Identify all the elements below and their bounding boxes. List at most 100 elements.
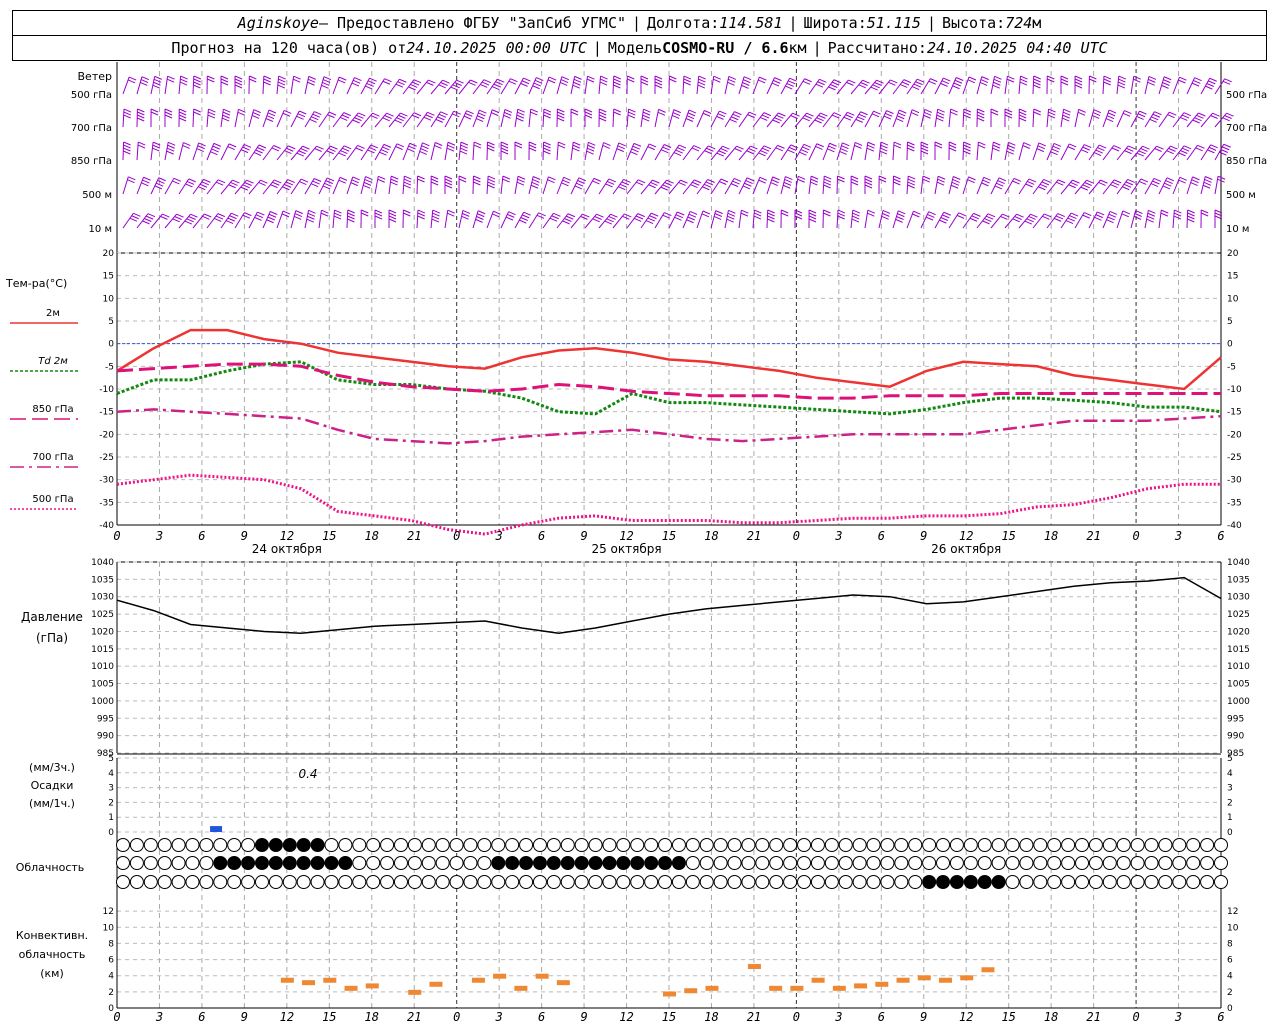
wind-barb-shaft (976, 76, 983, 95)
wind-barb-flag (746, 150, 754, 155)
cloud-circle (977, 875, 992, 889)
wind-barb-flag (350, 182, 358, 187)
cloud-circle (1214, 838, 1228, 852)
wind-barb-flag (403, 178, 412, 183)
cloud-symbol (574, 875, 589, 889)
cloud-circle (366, 856, 381, 870)
cloud-circle (949, 856, 964, 870)
wind-barb-flag (1193, 79, 1201, 84)
wind-barb-flag (428, 79, 436, 84)
wind-barb-flag (517, 108, 525, 113)
wind-barb (486, 109, 500, 128)
wind-barb-flag (823, 181, 832, 186)
cloud-symbol (1102, 856, 1117, 870)
wind-barb-flag (263, 78, 271, 83)
wind-barb-flag (850, 178, 859, 183)
wind-barb (1186, 77, 1202, 95)
wind-barb-flag (1007, 147, 1015, 152)
wind-barb (892, 141, 902, 161)
wind-barb-flag (254, 216, 262, 221)
wind-barb (332, 209, 342, 229)
y-tick-label-right: 20 (1227, 249, 1239, 259)
x-tick-label-bottom: 6 (878, 1010, 885, 1024)
cloud-circle (894, 838, 909, 852)
wind-barb-flag (748, 147, 756, 152)
cloud-symbol (352, 856, 367, 870)
wind-barb-flag (211, 148, 219, 153)
wind-barb (1074, 212, 1092, 229)
wind-barb-flag (980, 79, 989, 83)
wind-barb-flag (758, 179, 766, 184)
cloud-symbol (991, 838, 1006, 852)
wind-barb-flag (814, 119, 822, 124)
cloud-circle (519, 838, 534, 852)
wind-barb-flag (561, 182, 569, 187)
wind-barb-flag (182, 144, 190, 149)
wind-barb-shaft (122, 108, 125, 128)
cloud-circle (630, 856, 645, 870)
wind-barb-shaft (262, 75, 265, 95)
cloud-symbol (129, 875, 144, 889)
wind-barb-flag (351, 179, 359, 184)
wind-barb (1088, 211, 1105, 229)
wind-barb-flag (759, 76, 767, 81)
wind-barb-flag (588, 141, 596, 146)
cloud-circle (797, 875, 812, 889)
wind-barb-flag (628, 108, 636, 113)
cloud-symbol (505, 875, 520, 889)
wind-barb (514, 77, 531, 95)
wind-barb-flag (1178, 152, 1186, 157)
wind-barb-flag (1084, 182, 1092, 186)
cloud-symbol (268, 875, 283, 889)
cloud-symbol (977, 856, 992, 870)
cloud-circle (908, 856, 923, 870)
wind-barb-flag (150, 108, 159, 113)
wind-barb-shaft (472, 142, 475, 161)
wind-barb-flag (520, 217, 528, 221)
wind-barb (276, 210, 291, 229)
wind-barb-flag (227, 217, 235, 222)
wind-barb-flag (1069, 215, 1077, 220)
wind-barb-flag (574, 75, 582, 80)
wind-barb-flag (204, 213, 212, 218)
wind-barb-flag (963, 108, 972, 113)
wind-barb-flag (1037, 145, 1046, 150)
wind-barb-flag (937, 175, 946, 180)
wind-barb (906, 78, 925, 95)
cloud-circle (546, 856, 561, 870)
wind-barb-flag (154, 75, 162, 80)
cloud-symbol (769, 838, 784, 852)
wind-barb-flag (854, 144, 862, 149)
cloud-circle (922, 856, 937, 870)
cloud-symbol (1200, 838, 1215, 852)
cloud-circle (1158, 856, 1173, 870)
wind-barb (234, 75, 243, 95)
cloud-symbol (519, 838, 534, 852)
wind-barb-flag (893, 181, 901, 186)
cloud-circle (963, 856, 978, 870)
wind-barb-flag (193, 111, 201, 116)
y-tick-label-left: -35 (99, 498, 114, 508)
wind-barb-flag (1142, 145, 1150, 150)
wind-barb-shaft (864, 210, 869, 229)
cloud-symbol (824, 856, 839, 870)
wind-barb-flag (166, 78, 175, 83)
cloud-circle (588, 838, 603, 852)
cloud-circle (282, 875, 297, 889)
cloud-symbol (588, 875, 603, 889)
wind-barb-flag (257, 147, 265, 151)
wind-barb (934, 108, 945, 128)
cloud-circle (282, 838, 297, 852)
wind-barb-flag (1151, 116, 1159, 121)
wind-barb-flag (837, 175, 845, 180)
wind-barb-flag (1070, 212, 1079, 217)
wind-barb-flag (478, 112, 486, 117)
conv-bar (981, 967, 995, 973)
cloud-symbol (963, 838, 978, 852)
wind-barb-flag (977, 144, 986, 149)
wind-barb (150, 141, 161, 161)
wind-barb-flag (810, 178, 818, 183)
cloud-circle (699, 875, 714, 889)
wind-barb-flag (1016, 213, 1024, 218)
cloud-symbol (908, 875, 923, 889)
